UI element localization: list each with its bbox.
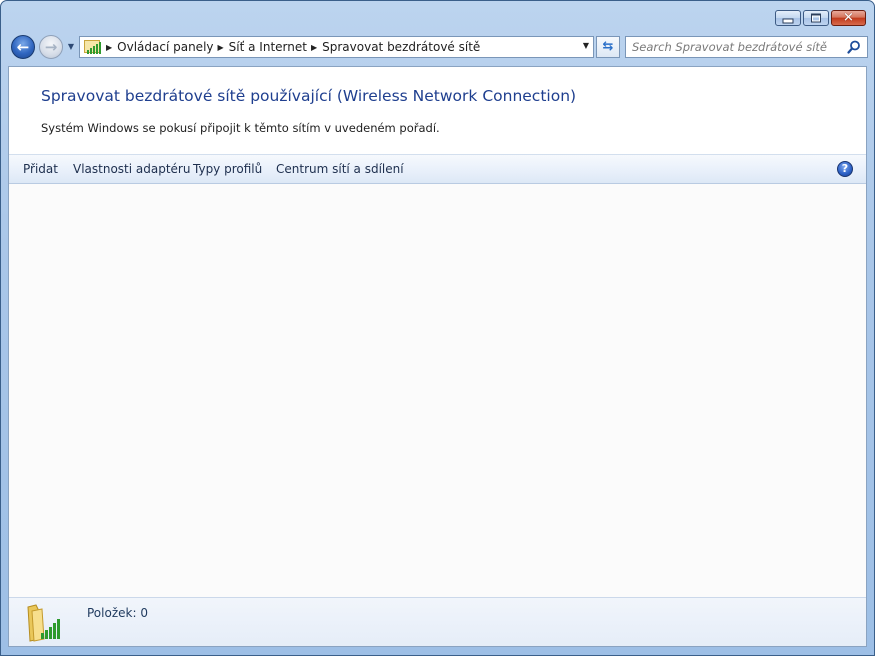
content-area: Spravovat bezdrátové sítě používající (W…	[8, 66, 867, 647]
back-button[interactable]: ←	[11, 35, 35, 59]
profile-types-button[interactable]: Typy profilů	[193, 162, 262, 176]
address-dropdown-icon[interactable]: ▼	[583, 41, 589, 50]
address-bar[interactable]: ▶ Ovládací panely ▶ Síť a Internet ▶ Spr…	[79, 36, 594, 58]
help-button[interactable]: ?	[837, 161, 853, 177]
minimize-icon	[782, 18, 794, 24]
breadcrumb-network-internet[interactable]: Síť a Internet	[229, 40, 307, 54]
maximize-icon	[811, 13, 821, 23]
chevron-down-icon: ▼	[67, 42, 75, 51]
minimize-button[interactable]	[775, 10, 801, 26]
breadcrumb-separator-icon[interactable]: ▶	[106, 43, 112, 52]
forward-button[interactable]: →	[39, 35, 63, 59]
maximize-button[interactable]	[803, 10, 829, 26]
recent-pages-dropdown[interactable]: ▼	[66, 42, 76, 52]
network-sharing-center-button[interactable]: Centrum sítí a sdílení	[276, 162, 404, 176]
refresh-button[interactable]: ⇆	[596, 36, 620, 58]
details-pane: Položek: 0	[9, 597, 866, 646]
breadcrumb-control-panel[interactable]: Ovládací panely	[117, 40, 213, 54]
explorer-window: ✕ ← → ▼ ▶ Ovládací panely ▶ Síť a Intern…	[0, 0, 875, 656]
search-input[interactable]	[632, 38, 842, 56]
network-list[interactable]	[9, 184, 866, 597]
add-button[interactable]: Přidat	[23, 162, 58, 176]
wireless-folder-icon	[27, 604, 60, 642]
forward-arrow-icon: →	[44, 38, 58, 56]
back-arrow-icon: ←	[16, 38, 30, 56]
breadcrumb-separator-icon[interactable]: ▶	[311, 43, 317, 52]
refresh-icon: ⇆	[602, 39, 614, 54]
search-box[interactable]	[625, 36, 868, 58]
page-description: Systém Windows se pokusí připojit k těmt…	[41, 121, 440, 135]
command-bar: Přidat Vlastnosti adaptéru Typy profilů …	[9, 154, 866, 184]
page-title: Spravovat bezdrátové sítě používající (W…	[41, 87, 577, 105]
help-icon: ?	[841, 162, 849, 175]
breadcrumb-separator-icon[interactable]: ▶	[218, 43, 224, 52]
network-signal-icon	[84, 40, 102, 54]
close-icon: ✕	[843, 10, 854, 26]
header-area: Spravovat bezdrátové sítě používající (W…	[9, 67, 866, 154]
item-count: Položek: 0	[87, 606, 148, 620]
navigation-bar: ← → ▼ ▶ Ovládací panely ▶ Síť a Internet…	[9, 34, 868, 60]
breadcrumb-manage-wireless[interactable]: Spravovat bezdrátové sítě	[322, 40, 480, 54]
close-button[interactable]: ✕	[831, 10, 866, 26]
adapter-properties-button[interactable]: Vlastnosti adaptéru	[73, 162, 190, 176]
search-icon[interactable]	[847, 40, 861, 54]
caption-buttons: ✕	[773, 10, 866, 28]
